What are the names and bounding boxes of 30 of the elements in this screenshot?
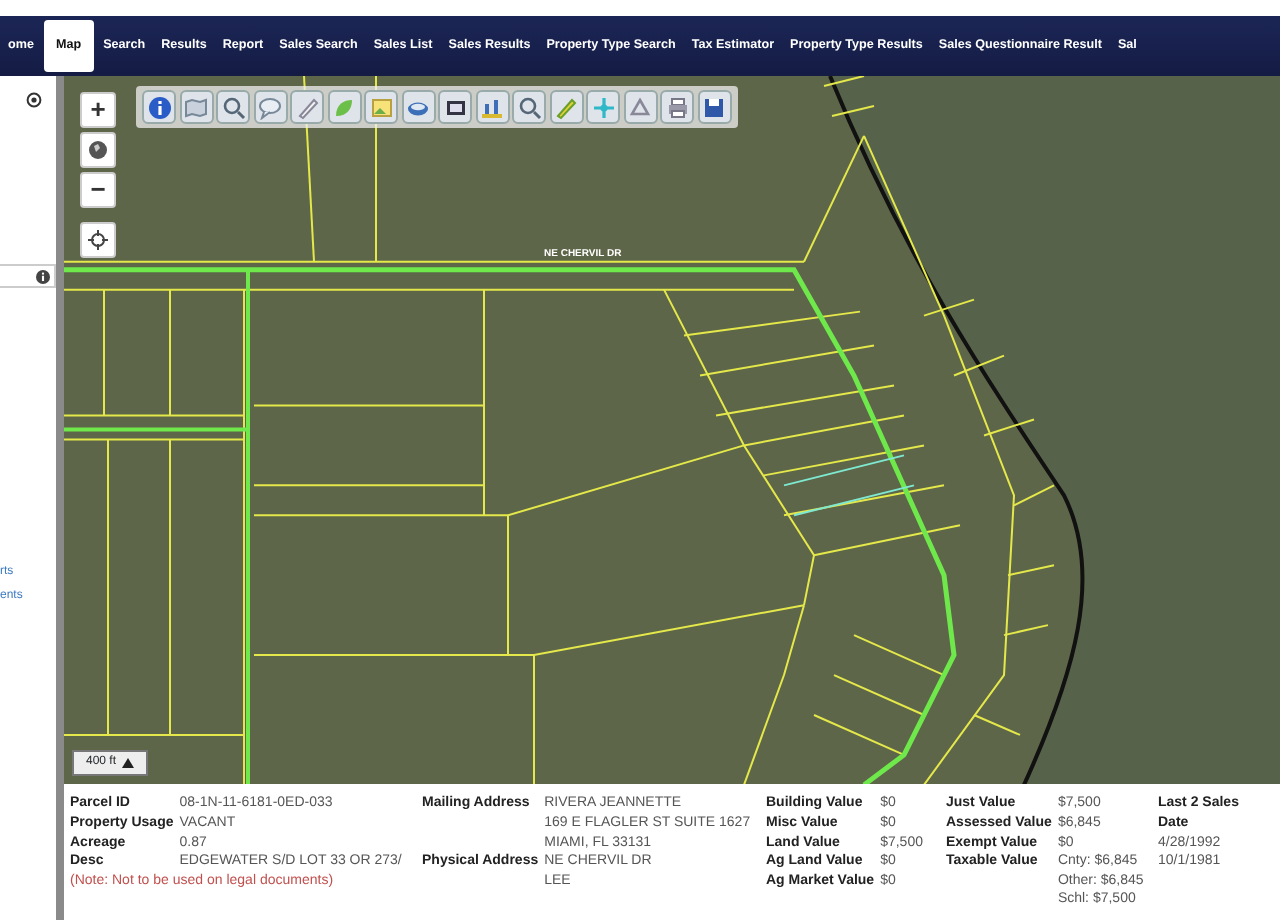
map-tool-button[interactable] [438,90,472,124]
bar-chart-icon [480,95,504,119]
map-tool-button[interactable] [401,90,435,124]
search-icon [517,95,541,119]
search-field[interactable] [0,264,56,288]
map-tool-button[interactable] [216,90,250,124]
info-icon [147,95,171,119]
map-tool-button[interactable] [697,90,731,124]
triangle-icon [122,758,135,769]
crosshair-icon [88,230,108,250]
map-tool-button[interactable] [660,90,694,124]
speech-bubble-icon [258,95,282,119]
globe-icon [88,140,108,160]
screen-icon [443,95,467,119]
pencil-icon [295,95,319,119]
save-icon [702,95,726,119]
target-icon[interactable] [26,92,42,108]
leaf-icon [332,95,356,119]
printer-icon [665,95,689,119]
map-tool-button[interactable] [142,90,176,124]
globe-button[interactable] [80,132,116,168]
map-icon [184,95,208,119]
zoom-out-button[interactable]: − [80,172,116,208]
info-icon[interactable] [36,269,50,283]
picture-icon [369,95,393,119]
map-tool-button[interactable] [512,90,546,124]
zoom-in-button[interactable]: + [80,92,116,128]
locate-button[interactable] [80,222,116,258]
zoom-in-icon [221,95,245,119]
pencil-icon [554,95,578,119]
